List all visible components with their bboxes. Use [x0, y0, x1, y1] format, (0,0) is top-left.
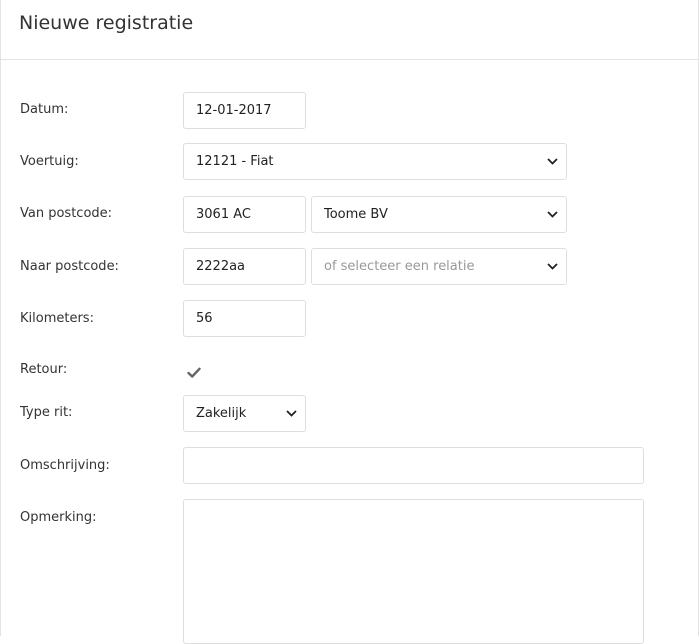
omschrijving-field[interactable] [183, 447, 644, 484]
kilometers-label: Kilometers: [20, 311, 94, 326]
van-postcode-field[interactable]: 3061 AC [183, 196, 306, 233]
chevron-down-icon [277, 396, 305, 431]
retour-label: Retour: [20, 362, 68, 377]
kilometers-value: 56 [196, 311, 213, 326]
omschrijving-label: Omschrijving: [20, 458, 110, 473]
page-title: Nieuwe registratie [19, 12, 194, 34]
voertuig-value: 12121 - Fiat [196, 154, 274, 169]
naar-relatie-placeholder: of selecteer een relatie [324, 259, 475, 274]
registration-panel: Nieuwe registratie Datum: 12-01-2017 Voe… [0, 0, 699, 644]
naar-relatie-select[interactable]: of selecteer een relatie [311, 248, 567, 285]
van-relatie-select[interactable]: Toome BV [311, 196, 567, 233]
opmerking-label: Opmerking: [20, 510, 97, 525]
type-rit-value: Zakelijk [196, 406, 247, 421]
panel-header: Nieuwe registratie [1, 0, 698, 60]
datum-field[interactable]: 12-01-2017 [183, 92, 306, 129]
datum-label: Datum: [20, 102, 69, 117]
datum-value: 12-01-2017 [196, 103, 272, 118]
naar-postcode-value: 2222aa [196, 259, 246, 274]
naar-postcode-field[interactable]: 2222aa [183, 248, 306, 285]
chevron-down-icon [538, 197, 566, 232]
kilometers-field[interactable]: 56 [183, 300, 306, 337]
type-rit-label: Type rit: [20, 405, 73, 420]
chevron-down-icon [538, 249, 566, 284]
van-postcode-label: Van postcode: [20, 206, 113, 221]
chevron-down-icon [538, 144, 566, 179]
checkmark-icon[interactable] [187, 364, 201, 378]
type-rit-select[interactable]: Zakelijk [183, 395, 306, 432]
van-relatie-value: Toome BV [324, 207, 388, 222]
van-postcode-value: 3061 AC [196, 207, 251, 222]
voertuig-select[interactable]: 12121 - Fiat [183, 143, 567, 180]
voertuig-label: Voertuig: [20, 154, 79, 169]
naar-postcode-label: Naar postcode: [20, 259, 119, 274]
opmerking-textarea[interactable] [183, 499, 644, 644]
